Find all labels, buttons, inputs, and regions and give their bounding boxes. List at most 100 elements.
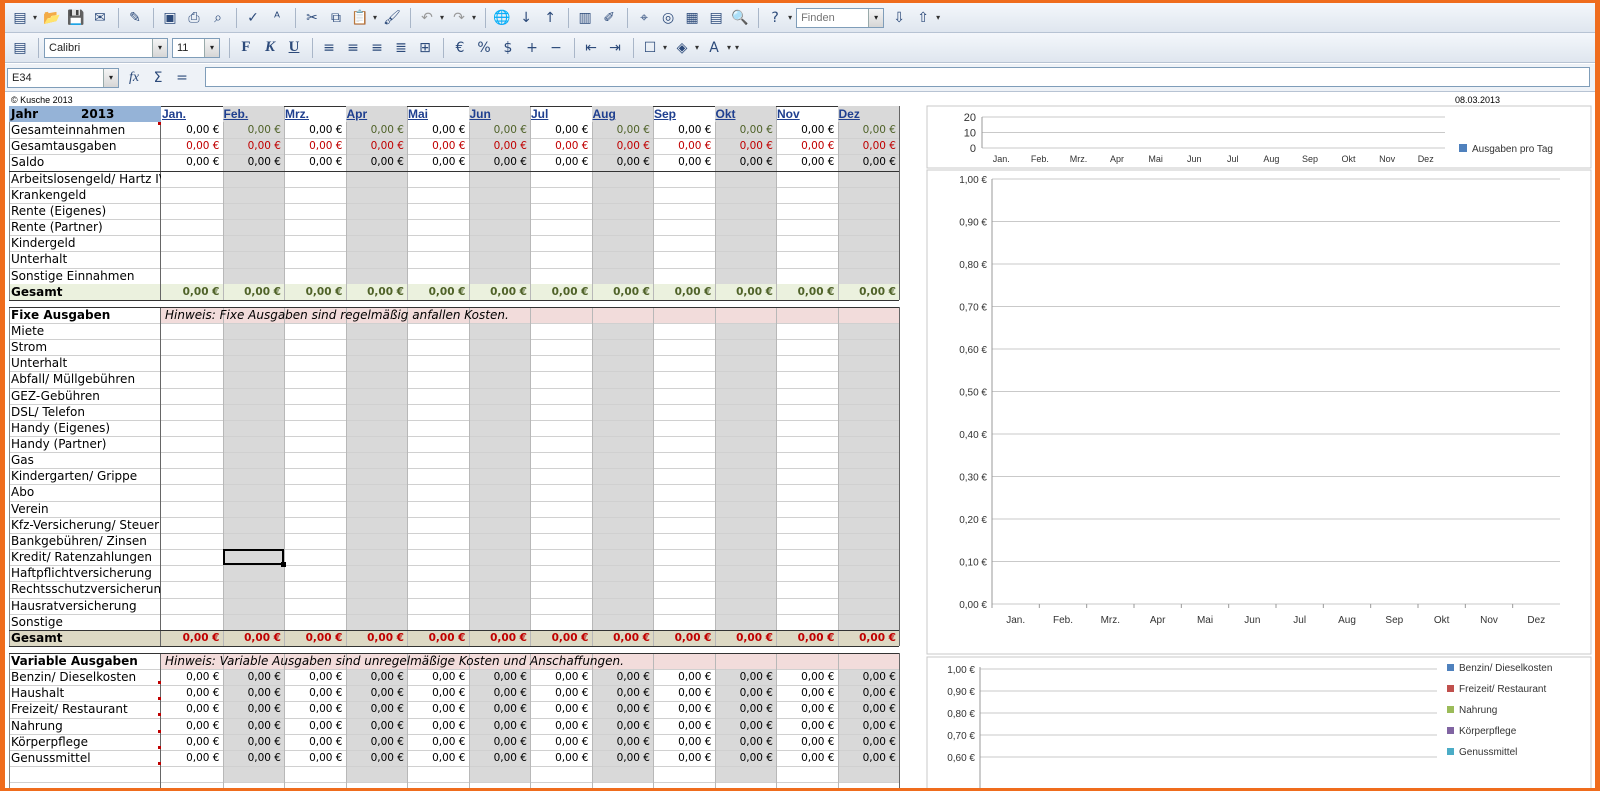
value-cell[interactable]: 0,00 €: [407, 122, 469, 138]
value-cell[interactable]: 0,00 €: [530, 734, 592, 750]
value-cell[interactable]: 0,00 €: [592, 701, 654, 717]
find-input[interactable]: [801, 11, 867, 24]
value-cell[interactable]: 0,00 €: [653, 154, 715, 170]
value-cell[interactable]: 0,00 €: [346, 750, 408, 766]
function-wizard-button[interactable]: fx: [123, 67, 145, 89]
italic-button[interactable]: K: [259, 37, 281, 59]
save-icon[interactable]: 💾: [65, 7, 87, 29]
value-cell[interactable]: 0,00 €: [715, 284, 777, 300]
value-cell[interactable]: 0,00 €: [161, 669, 223, 685]
value-cell[interactable]: 0,00 €: [469, 734, 531, 750]
value-cell[interactable]: 0,00 €: [284, 138, 346, 154]
value-cell[interactable]: 0,00 €: [223, 122, 285, 138]
value-cell[interactable]: 0,00 €: [346, 630, 408, 646]
data-sources-icon[interactable]: ▤: [705, 7, 727, 29]
value-cell[interactable]: 0,00 €: [223, 138, 285, 154]
value-cell[interactable]: 0,00 €: [776, 701, 838, 717]
value-cell[interactable]: 0,00 €: [223, 284, 285, 300]
value-cell[interactable]: 0,00 €: [530, 718, 592, 734]
value-cell[interactable]: 0,00 €: [284, 718, 346, 734]
add-decimal-icon[interactable]: +: [521, 37, 543, 59]
value-cell[interactable]: 0,00 €: [715, 701, 777, 717]
value-cell[interactable]: 0,00 €: [592, 138, 654, 154]
value-cell[interactable]: 0,00 €: [223, 701, 285, 717]
remove-decimal-icon[interactable]: −: [545, 37, 567, 59]
value-cell[interactable]: 0,00 €: [838, 138, 900, 154]
value-cell[interactable]: 0,00 €: [776, 718, 838, 734]
undo-dropdown-icon[interactable]: ▾: [440, 13, 444, 22]
month-header-3[interactable]: Mrz.: [284, 106, 346, 122]
value-cell[interactable]: 0,00 €: [284, 284, 346, 300]
month-header-10[interactable]: Okt: [714, 106, 776, 123]
value-cell[interactable]: 0,00 €: [776, 138, 838, 154]
standard-number-format-icon[interactable]: $: [497, 37, 519, 59]
currency-format-icon[interactable]: €: [449, 37, 471, 59]
value-cell[interactable]: 0,00 €: [776, 685, 838, 701]
value-cell[interactable]: 0,00 €: [592, 750, 654, 766]
name-box[interactable]: E34 ▾: [7, 67, 119, 88]
fill-handle[interactable]: [281, 562, 286, 568]
value-cell[interactable]: 0,00 €: [161, 718, 223, 734]
month-header-9[interactable]: Sep: [653, 106, 715, 122]
value-cell[interactable]: 0,00 €: [346, 701, 408, 717]
value-cell[interactable]: 0,00 €: [469, 669, 531, 685]
value-cell[interactable]: 0,00 €: [838, 718, 900, 734]
value-cell[interactable]: 0,00 €: [776, 750, 838, 766]
value-cell[interactable]: 0,00 €: [715, 685, 777, 701]
format-paintbrush-icon[interactable]: 🖌: [381, 7, 403, 29]
value-cell[interactable]: 0,00 €: [223, 669, 285, 685]
new-dropdown-icon[interactable]: ▾: [33, 13, 37, 22]
help-icon[interactable]: ?: [764, 7, 786, 29]
redo-icon[interactable]: ↷: [448, 7, 470, 29]
background-color-dropdown-icon[interactable]: ▾: [695, 43, 699, 52]
value-cell[interactable]: 0,00 €: [346, 122, 408, 138]
value-cell[interactable]: 0,00 €: [346, 284, 408, 300]
underline-button[interactable]: U: [283, 37, 305, 59]
value-cell[interactable]: 0,00 €: [284, 669, 346, 685]
value-cell[interactable]: 0,00 €: [838, 284, 900, 300]
value-cell[interactable]: 0,00 €: [469, 718, 531, 734]
find-overflow-icon[interactable]: ▾: [936, 13, 940, 22]
value-cell[interactable]: 0,00 €: [592, 685, 654, 701]
export-pdf-icon[interactable]: ▣: [159, 7, 181, 29]
value-cell[interactable]: 0,00 €: [284, 154, 346, 170]
value-cell[interactable]: 0,00 €: [776, 630, 838, 646]
value-cell[interactable]: 0,00 €: [284, 685, 346, 701]
formatting-overflow-icon[interactable]: ▾: [735, 43, 739, 52]
value-cell[interactable]: 0,00 €: [407, 154, 469, 170]
borders-icon[interactable]: ☐: [639, 37, 661, 59]
value-cell[interactable]: 0,00 €: [530, 685, 592, 701]
value-cell[interactable]: 0,00 €: [653, 750, 715, 766]
month-header-4[interactable]: Apr: [345, 106, 407, 123]
value-cell[interactable]: 0,00 €: [161, 122, 223, 138]
zoom-icon[interactable]: 🔍: [729, 7, 751, 29]
sum-button[interactable]: Σ: [147, 67, 169, 89]
background-color-icon[interactable]: ◈: [671, 37, 693, 59]
value-cell[interactable]: 0,00 €: [284, 750, 346, 766]
chart-icon[interactable]: ▥: [574, 7, 596, 29]
value-cell[interactable]: 0,00 €: [469, 138, 531, 154]
formula-equals-button[interactable]: =: [171, 67, 193, 89]
align-left-icon[interactable]: ≡: [318, 37, 340, 59]
value-cell[interactable]: 0,00 €: [407, 685, 469, 701]
decrease-indent-icon[interactable]: ⇤: [580, 37, 602, 59]
value-cell[interactable]: 0,00 €: [776, 122, 838, 138]
align-center-icon[interactable]: ≡: [342, 37, 364, 59]
value-cell[interactable]: 0,00 €: [469, 154, 531, 170]
value-cell[interactable]: 0,00 €: [776, 154, 838, 170]
value-cell[interactable]: 0,00 €: [407, 669, 469, 685]
value-cell[interactable]: 0,00 €: [838, 701, 900, 717]
undo-icon[interactable]: ↶: [416, 7, 438, 29]
edit-mode-icon[interactable]: ✎: [124, 7, 146, 29]
value-cell[interactable]: 0,00 €: [715, 138, 777, 154]
value-cell[interactable]: 0,00 €: [284, 630, 346, 646]
hyperlink-icon[interactable]: 🌐: [491, 7, 513, 29]
value-cell[interactable]: 0,00 €: [838, 630, 900, 646]
value-cell[interactable]: 0,00 €: [653, 734, 715, 750]
value-cell[interactable]: 0,00 €: [407, 138, 469, 154]
value-cell[interactable]: 0,00 €: [715, 630, 777, 646]
gallery-icon[interactable]: ▦: [681, 7, 703, 29]
value-cell[interactable]: 0,00 €: [161, 701, 223, 717]
value-cell[interactable]: 0,00 €: [715, 122, 777, 138]
sort-descending-icon[interactable]: ↑: [539, 7, 561, 29]
